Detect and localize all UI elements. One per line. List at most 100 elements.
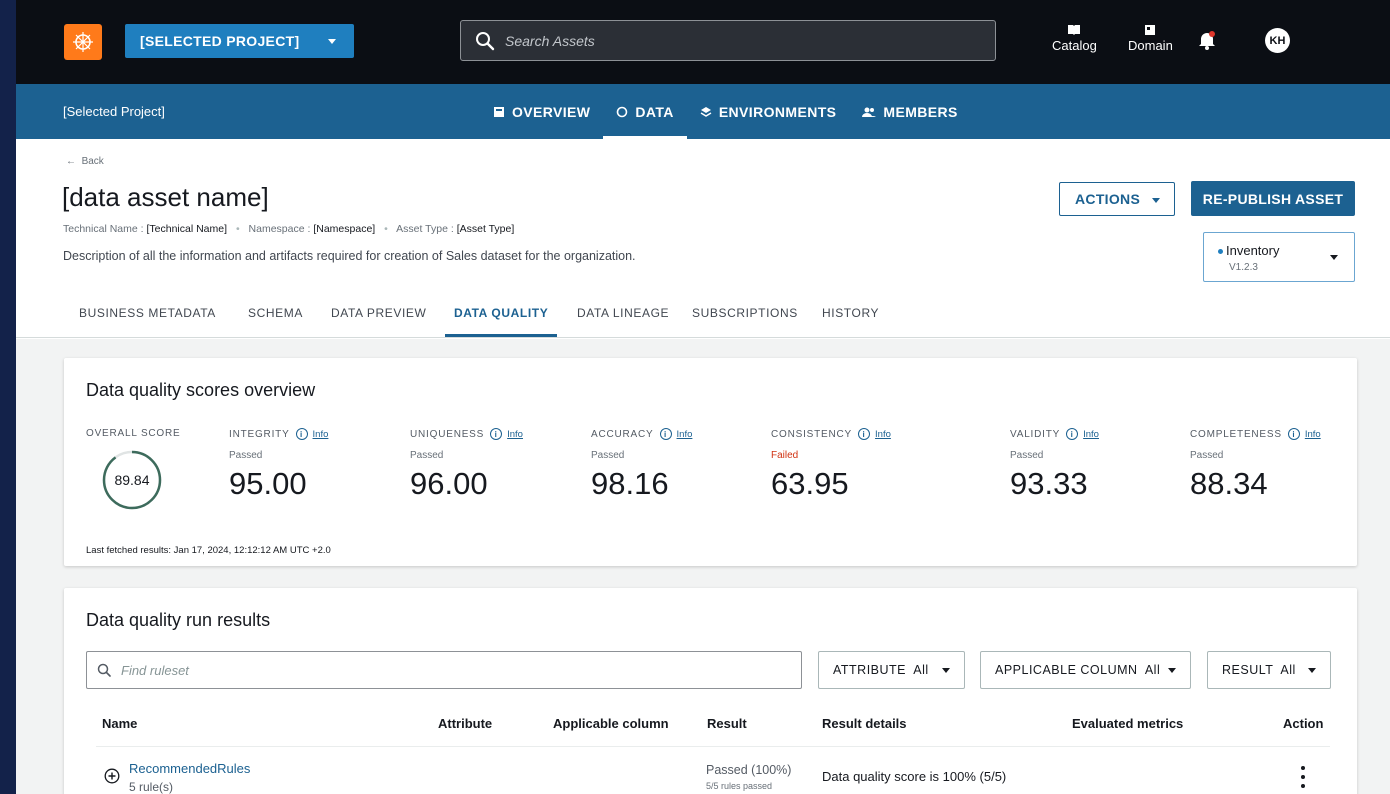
result-filter-label: RESULT All [1222,663,1296,677]
asset-title: [data asset name] [62,182,269,212]
tab-environments-label: ENVIRONMENTS [718,103,837,120]
tab-data-preview[interactable]: DATA PREVIEW [331,306,426,320]
project-select-dropdown[interactable]: [SELECTED PROJECT] [125,24,354,58]
metric-value: 93.33 [1010,466,1088,501]
back-link[interactable]: ← Back [66,156,104,167]
ruleset-name-link[interactable]: RecommendedRules [129,761,250,776]
info-link[interactable]: Info [1305,429,1321,440]
project-select-label: [SELECTED PROJECT] [140,33,300,49]
info-link[interactable]: Info [313,429,329,440]
more-options-icon[interactable] [1299,766,1307,788]
column-header-applicable-column[interactable]: Applicable column [553,716,669,731]
overview-icon [494,106,504,117]
tab-business-metadata[interactable]: BUSINESS METADATA [79,306,216,320]
metric-consistency: CONSISTENCY i Info Failed 63.95 [771,428,891,502]
metric-status: Passed [229,450,263,461]
namespace-label: Namespace : [248,223,311,235]
column-header-name[interactable]: Name [102,716,137,731]
catalog-icon [1068,25,1081,35]
info-icon[interactable]: i [858,428,871,440]
project-nav-bar: [Selected Project] OVERVIEW DATA ENVIRON… [16,84,1390,139]
app-frame: [SELECTED PROJECT] Catalog Domain KH [Se… [16,0,1390,794]
header-divider [96,746,1330,747]
info-link[interactable]: Info [875,429,891,440]
tab-data[interactable]: DATA [603,84,688,139]
info-icon[interactable]: i [1287,428,1300,440]
info-icon[interactable]: i [295,428,308,440]
domain-icon [1145,25,1156,35]
asset-tabs: BUSINESS METADATA SCHEMA DATA PREVIEW DA… [16,296,1390,338]
catalog-button[interactable]: Catalog [1052,24,1097,53]
column-header-attribute[interactable]: Attribute [438,716,492,731]
info-icon[interactable]: i [490,428,503,440]
version-name: Inventory [1226,243,1280,258]
metric-value: 96.00 [410,466,488,501]
asset-description: Description of all the information and a… [63,249,636,263]
meta-separator: • [384,223,388,235]
tab-data-label: DATA [635,103,674,120]
column-header-result-details[interactable]: Result details [822,716,907,731]
info-icon[interactable]: i [1066,428,1079,440]
applicable-column-filter[interactable]: APPLICABLE COLUMN All [980,651,1191,689]
info-link[interactable]: Info [1083,429,1099,440]
scores-overview-title: Data quality scores overview [86,380,316,400]
overall-score-label: OVERALL SCORE [86,428,181,439]
tab-overview[interactable]: OVERVIEW [480,84,603,139]
namespace-value: [Namespace] [313,223,376,235]
asset-type-value: [Asset Type] [456,223,515,235]
tab-members[interactable]: MEMBERS [849,84,970,139]
run-results-title: Data quality run results [86,610,271,630]
metric-label: INTEGRITY [229,428,290,440]
info-link[interactable]: Info [677,429,693,440]
tab-history[interactable]: HISTORY [822,306,879,320]
caret-down-icon [328,39,336,44]
version-select[interactable]: Inventory V1.2.3 [1203,232,1355,282]
asset-type-label: Asset Type : [396,223,454,235]
metric-status: Passed [410,450,444,461]
search-assets-box[interactable] [460,20,996,61]
search-assets-input[interactable] [505,32,965,49]
info-link[interactable]: Info [507,429,523,440]
metric-completeness: COMPLETENESS i Info Passed 88.34 [1190,428,1321,502]
result-subtext: 5/5 rules passed [706,781,773,791]
domain-button[interactable]: Domain [1128,24,1173,53]
find-ruleset-input[interactable] [121,662,771,678]
technical-name-value: [Technical Name] [146,223,228,235]
rule-count: 5 rule(s) [129,780,174,794]
app-logo-icon[interactable] [64,24,102,60]
user-avatar[interactable]: KH [1265,28,1290,53]
search-icon [97,663,111,677]
arrow-left-icon: ← [66,156,76,167]
metric-label: ACCURACY [591,428,654,440]
column-header-evaluated-metrics[interactable]: Evaluated metrics [1072,716,1183,731]
tab-subscriptions[interactable]: SUBSCRIPTIONS [692,306,798,320]
info-icon[interactable]: i [659,428,672,440]
tab-schema[interactable]: SCHEMA [248,306,303,320]
result-filter[interactable]: RESULT All [1207,651,1331,689]
column-header-result[interactable]: Result [707,716,747,731]
attribute-filter[interactable]: ATTRIBUTE All [818,651,965,689]
metric-status: Passed [1010,450,1044,461]
overall-score: OVERALL SCORE [86,428,181,439]
last-fetched-text: Last fetched results: Jan 17, 2024, 12:1… [86,545,331,556]
notifications-bell-icon[interactable] [1198,30,1216,55]
find-ruleset-box[interactable] [86,651,802,689]
active-tab-indicator [445,334,557,337]
actions-button[interactable]: ACTIONS [1059,182,1175,216]
metric-status: Passed [591,450,625,461]
metric-value: 63.95 [771,466,849,501]
metric-accuracy: ACCURACY i Info Passed 98.16 [591,428,692,502]
caret-down-icon [1168,668,1176,673]
caret-down-icon [942,668,950,673]
republish-asset-button[interactable]: RE-PUBLISH ASSET [1191,181,1355,216]
applicable-column-filter-label: APPLICABLE COLUMN All [995,663,1161,677]
metric-validity: VALIDITY i Info Passed 93.33 [1010,428,1099,502]
expand-plus-icon[interactable] [104,768,120,784]
catalog-label: Catalog [1052,38,1097,53]
back-label: Back [81,156,104,167]
tab-environments[interactable]: ENVIRONMENTS [687,84,850,139]
scores-overview-card: Data quality scores overview OVERALL SCO… [64,358,1357,566]
tab-data-quality[interactable]: DATA QUALITY [454,306,548,320]
metric-value: 88.34 [1190,466,1268,501]
tab-data-lineage[interactable]: DATA LINEAGE [577,306,669,320]
